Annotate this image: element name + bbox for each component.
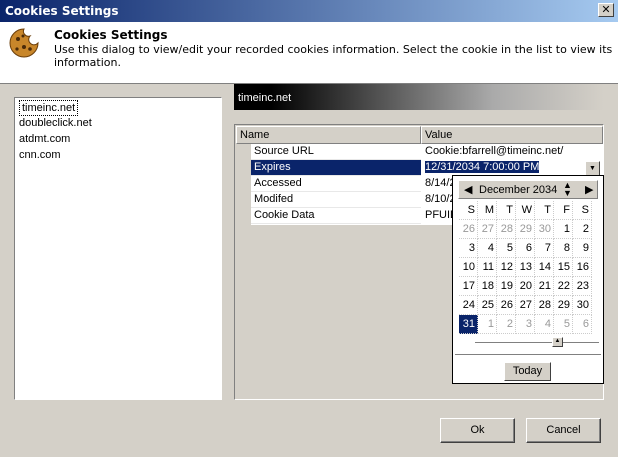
calendar-day[interactable]: 4 xyxy=(535,315,554,334)
separator xyxy=(455,354,601,357)
grid-row[interactable]: Source URL Cookie:bfarrell@timeinc.net/ xyxy=(236,144,603,160)
slider-track xyxy=(475,342,599,345)
cancel-button[interactable]: Cancel xyxy=(526,418,601,443)
calendar-day[interactable]: 26 xyxy=(459,220,478,239)
title-bar: Cookies Settings ✕ xyxy=(0,0,618,22)
calendar-dropdown: ◀ December 2034 ▲ ▼ ▶ S M T W T F S 26 27 28 29 30 1 2… xyxy=(452,175,604,384)
weekday-header: S xyxy=(459,201,478,220)
row-name: Cookie Data xyxy=(251,208,421,224)
calendar-day[interactable]: 24 xyxy=(459,296,478,315)
cookie-list-item[interactable]: doubleclick.net xyxy=(17,116,219,132)
cookie-list-item[interactable]: atdmt.com xyxy=(17,132,219,148)
cookie-list-item[interactable]: cnn.com xyxy=(17,148,219,164)
row-name: Modifed xyxy=(251,192,421,208)
calendar-day[interactable]: 29 xyxy=(516,220,535,239)
weekday-header: T xyxy=(535,201,554,220)
calendar-day[interactable]: 11 xyxy=(478,258,497,277)
header-title: Cookies Settings xyxy=(54,28,168,42)
calendar-day[interactable]: 30 xyxy=(573,296,592,315)
calendar-nav: ◀ December 2034 ▲ ▼ ▶ xyxy=(458,180,598,199)
calendar-day[interactable]: 3 xyxy=(459,239,478,258)
weekday-header: S xyxy=(573,201,592,220)
row-name: Source URL xyxy=(251,144,421,160)
weekday-header: F xyxy=(554,201,573,220)
calendar-day[interactable]: 5 xyxy=(554,315,573,334)
expires-date-input[interactable]: 12/31/2034 7:00:00 PM ▼ xyxy=(422,160,603,176)
calendar-day[interactable]: 5 xyxy=(497,239,516,258)
calendar-day[interactable]: 1 xyxy=(554,220,573,239)
calendar-day[interactable]: 16 xyxy=(573,258,592,277)
calendar-day[interactable]: 6 xyxy=(573,315,592,334)
calendar-day[interactable]: 4 xyxy=(478,239,497,258)
calendar-day[interactable]: 19 xyxy=(497,277,516,296)
calendar-day[interactable]: 3 xyxy=(516,315,535,334)
calendar-day[interactable]: 17 xyxy=(459,277,478,296)
calendar-day[interactable]: 1 xyxy=(478,315,497,334)
calendar-day[interactable]: 7 xyxy=(535,239,554,258)
expires-value[interactable]: 12/31/2034 7:00:00 PM xyxy=(425,161,540,173)
dropdown-arrow-button[interactable]: ▼ xyxy=(585,161,600,176)
grid-row[interactable]: Expires 12/31/2034 7:00:00 PM ▼ xyxy=(236,160,603,176)
next-month-icon[interactable]: ▶ xyxy=(585,183,593,196)
calendar-day[interactable]: 2 xyxy=(497,315,516,334)
row-name: Accessed xyxy=(251,176,421,192)
cookie-list-item[interactable]: timeinc.net xyxy=(19,100,79,116)
calendar-day[interactable]: 9 xyxy=(573,239,592,258)
calendar-day[interactable]: 27 xyxy=(516,296,535,315)
column-header-name[interactable]: Name xyxy=(236,126,421,144)
calendar-day[interactable]: 30 xyxy=(535,220,554,239)
calendar-day[interactable]: 23 xyxy=(573,277,592,296)
cookie-list[interactable]: timeinc.net doubleclick.net atdmt.com cn… xyxy=(14,97,222,400)
weekday-header: M xyxy=(478,201,497,220)
calendar-day[interactable]: 25 xyxy=(478,296,497,315)
slider-thumb[interactable]: ▲ xyxy=(552,337,563,347)
calendar-day[interactable]: 22 xyxy=(554,277,573,296)
calendar-day[interactable]: 21 xyxy=(535,277,554,296)
calendar-day[interactable]: 12 xyxy=(497,258,516,277)
column-header-value[interactable]: Value xyxy=(421,126,603,144)
calendar-day[interactable]: 20 xyxy=(516,277,535,296)
prev-month-icon[interactable]: ◀ xyxy=(464,183,472,196)
calendar-day[interactable]: 8 xyxy=(554,239,573,258)
calendar-day[interactable]: 14 xyxy=(535,258,554,277)
calendar-day[interactable]: 29 xyxy=(554,296,573,315)
weekday-header: T xyxy=(497,201,516,220)
ok-button[interactable]: Ok xyxy=(440,418,515,443)
calendar-day[interactable]: 2 xyxy=(573,220,592,239)
row-name: Expires xyxy=(251,160,421,176)
calendar-day[interactable]: 13 xyxy=(516,258,535,277)
month-spin-icon[interactable]: ▲ ▼ xyxy=(563,181,572,198)
dialog-header: Cookies Settings Use this dialog to view… xyxy=(0,22,618,84)
calendar-day[interactable]: 6 xyxy=(516,239,535,258)
close-button[interactable]: ✕ xyxy=(598,3,614,17)
calendar-day[interactable]: 28 xyxy=(497,220,516,239)
calendar-day[interactable]: 10 xyxy=(459,258,478,277)
calendar-day[interactable]: 27 xyxy=(478,220,497,239)
weekday-header: W xyxy=(516,201,535,220)
calendar-day[interactable]: 31 xyxy=(459,315,478,334)
calendar-day[interactable]: 15 xyxy=(554,258,573,277)
calendar-day[interactable]: 26 xyxy=(497,296,516,315)
header-description: Use this dialog to view/edit your record… xyxy=(54,43,613,69)
today-button[interactable]: Today xyxy=(504,362,551,381)
month-label[interactable]: December 2034 xyxy=(479,184,557,196)
selected-cookie-banner: timeinc.net xyxy=(234,84,604,110)
row-value[interactable]: Cookie:bfarrell@timeinc.net/ xyxy=(422,144,603,160)
cookie-icon xyxy=(9,28,39,58)
calendar-day[interactable]: 28 xyxy=(535,296,554,315)
calendar-day[interactable]: 18 xyxy=(478,277,497,296)
window-title: Cookies Settings xyxy=(5,4,119,18)
